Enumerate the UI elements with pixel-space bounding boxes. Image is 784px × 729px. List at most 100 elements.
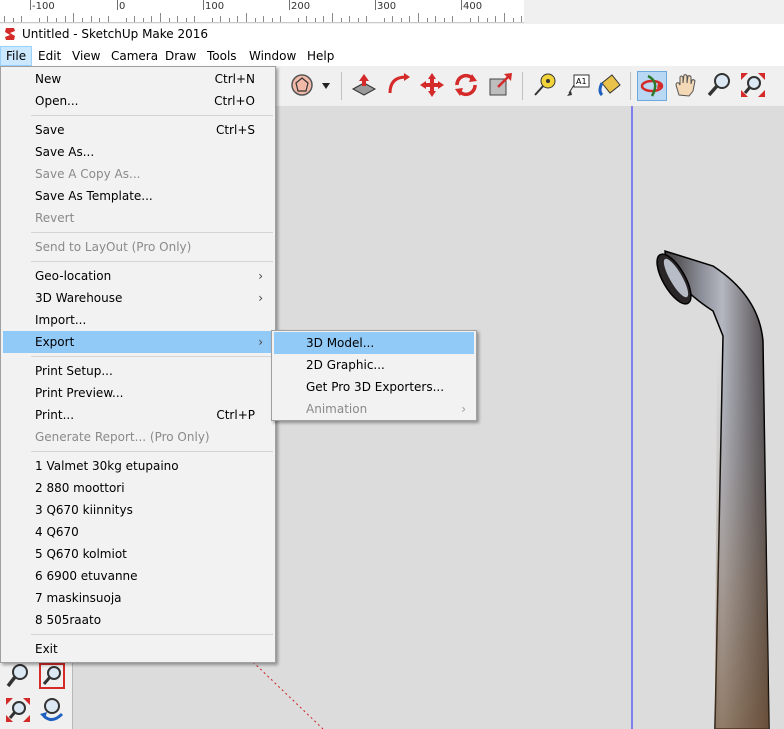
zoom-icon: [707, 73, 730, 97]
chevron-right-icon: ›: [461, 402, 466, 416]
recent-file-item[interactable]: 1 Valmet 30kg etupaino: [3, 455, 273, 477]
menu-item-label: 4 Q670: [35, 525, 79, 539]
toolbar-separator: [630, 72, 631, 100]
submenu-item-pro-exporters[interactable]: Get Pro 3D Exporters...: [274, 376, 474, 398]
svg-text:A1: A1: [576, 77, 587, 86]
menu-separator: [31, 115, 273, 116]
menu-item-save-as[interactable]: Save As...: [3, 141, 273, 163]
export-submenu: 3D Model... 2D Graphic... Get Pro 3D Exp…: [271, 330, 477, 421]
menu-item-exit[interactable]: Exit: [3, 638, 273, 660]
chevron-right-icon: ›: [258, 269, 263, 283]
recent-file-item[interactable]: 2 880 moottori: [3, 477, 273, 499]
menu-item-print-preview[interactable]: Print Preview...: [3, 382, 273, 404]
submenu-item-3d-model[interactable]: 3D Model...: [274, 332, 474, 354]
scale-tool-button[interactable]: [486, 71, 516, 101]
zoom-extents-tool-button[interactable]: [4, 696, 34, 726]
menu-item-label: Export: [35, 335, 75, 349]
push-pull-tool-button[interactable]: [350, 71, 380, 101]
rotate-tool-button[interactable]: [452, 71, 482, 101]
menu-item-generate-report: Generate Report... (Pro Only): [3, 426, 273, 448]
menu-view[interactable]: View: [67, 46, 105, 66]
menu-file[interactable]: File: [0, 46, 33, 66]
menu-separator: [31, 356, 273, 357]
orbit-icon: [640, 74, 664, 97]
follow-me-tool-button[interactable]: [384, 71, 414, 101]
menu-item-label: Get Pro 3D Exporters...: [306, 380, 445, 394]
pan-tool-button[interactable]: [671, 71, 701, 101]
file-menu-dropdown: New Ctrl+N Open... Ctrl+O Save Ctrl+S Save …: [0, 66, 276, 663]
menu-bar: File Edit View Camera Draw Tools Window …: [0, 46, 784, 66]
sketchup-logo-icon: [5, 28, 15, 40]
recent-file-item[interactable]: 4 Q670: [3, 521, 273, 543]
zoom-tool-button[interactable]: [705, 71, 735, 101]
menu-tools[interactable]: Tools: [202, 46, 242, 66]
previous-view-icon: [40, 698, 64, 721]
menu-item-save-as-template[interactable]: Save As Template...: [3, 185, 273, 207]
menu-item-label: Save: [35, 123, 65, 137]
menu-item-label: 3D Warehouse: [35, 291, 123, 305]
menu-item-print[interactable]: Print... Ctrl+P: [3, 404, 273, 426]
menu-item-label: Animation: [306, 402, 368, 416]
recent-file-item[interactable]: 5 Q670 kolmiot: [3, 543, 273, 565]
menu-item-new[interactable]: New Ctrl+N: [3, 68, 273, 90]
push-pull-icon: [351, 74, 377, 96]
menu-item-import[interactable]: Import...: [3, 309, 273, 331]
zoom-extents-tool-button[interactable]: [739, 71, 769, 101]
move-tool-button[interactable]: [418, 71, 448, 101]
zoom-icon: [6, 664, 28, 688]
menu-item-label: New: [35, 72, 62, 86]
menu-item-shortcut: Ctrl+P: [216, 408, 255, 422]
menu-item-label: Save As...: [35, 145, 95, 159]
menu-item-label: Print...: [35, 408, 75, 422]
follow-me-icon: [388, 73, 410, 94]
menu-item-label: Geo-location: [35, 269, 112, 283]
menu-item-open[interactable]: Open... Ctrl+O: [3, 90, 273, 112]
recent-file-item[interactable]: 8 505raato: [3, 609, 273, 631]
menu-item-revert: Revert: [3, 207, 273, 229]
tape-measure-tool-button[interactable]: [530, 71, 560, 101]
submenu-item-animation: Animation ›: [274, 398, 474, 420]
menu-item-geo-location[interactable]: Geo-location ›: [3, 265, 273, 287]
menu-item-save[interactable]: Save Ctrl+S: [3, 119, 273, 141]
menu-draw[interactable]: Draw: [160, 46, 201, 66]
tape-measure-icon: [534, 73, 556, 96]
polygon-icon: [291, 74, 313, 96]
chevron-right-icon: ›: [258, 291, 263, 305]
menu-item-3d-warehouse[interactable]: 3D Warehouse ›: [3, 287, 273, 309]
title-bar: Untitled - SketchUp Make 2016: [0, 24, 784, 46]
menu-item-shortcut: Ctrl+O: [214, 94, 255, 108]
recent-file-item[interactable]: 6 6900 etuvanne: [3, 565, 273, 587]
menu-item-label: 3 Q670 kiinnitys: [35, 503, 133, 517]
menu-separator: [31, 232, 273, 233]
submenu-item-2d-graphic[interactable]: 2D Graphic...: [274, 354, 474, 376]
zoom-window-tool-button[interactable]: [38, 662, 68, 692]
menu-camera[interactable]: Camera: [106, 46, 163, 66]
paint-bucket-tool-button[interactable]: [596, 71, 626, 101]
chevron-right-icon: ›: [258, 335, 263, 349]
orbit-tool-button[interactable]: [637, 71, 667, 101]
menu-item-print-setup[interactable]: Print Setup...: [3, 360, 273, 382]
menu-item-save-copy-as: Save A Copy As...: [3, 163, 273, 185]
menu-help[interactable]: Help: [302, 46, 339, 66]
recent-file-item[interactable]: 3 Q670 kiinnitys: [3, 499, 273, 521]
menu-window[interactable]: Window: [244, 46, 301, 66]
shape-dropdown-button[interactable]: [318, 71, 336, 101]
text-tool-button[interactable]: A1: [564, 71, 594, 101]
menu-item-label: Revert: [35, 211, 75, 225]
menu-item-label: Print Preview...: [35, 386, 124, 400]
previous-view-tool-button[interactable]: [38, 696, 68, 726]
menu-item-export[interactable]: Export ›: [3, 331, 273, 353]
menu-edit[interactable]: Edit: [33, 46, 66, 66]
menu-item-label: Send to LayOut (Pro Only): [35, 240, 192, 254]
menu-item-label: Generate Report... (Pro Only): [35, 430, 210, 444]
menu-item-send-to-layout: Send to LayOut (Pro Only): [3, 236, 273, 258]
exhaust-pipe: [656, 249, 770, 729]
toolbar-separator: [522, 72, 523, 100]
polygon-tool-button[interactable]: [288, 71, 318, 101]
menu-separator: [31, 451, 273, 452]
rotate-icon: [455, 73, 477, 97]
recent-file-item[interactable]: 7 maskinsuoja: [3, 587, 273, 609]
menu-item-label: Import...: [35, 313, 87, 327]
move-icon: [420, 73, 444, 97]
zoom-tool-button[interactable]: [4, 662, 34, 692]
